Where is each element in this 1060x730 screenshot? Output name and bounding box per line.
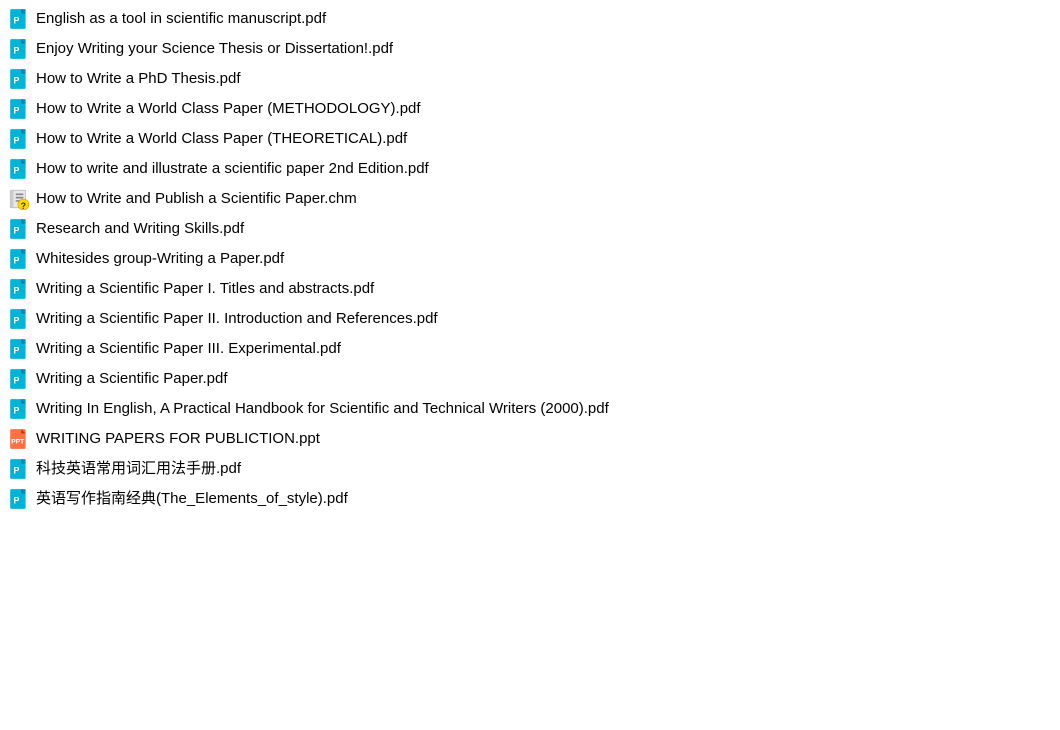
file-name: How to write and illustrate a scientific…: [36, 157, 429, 181]
file-name: Writing a Scientific Paper II. Introduct…: [36, 307, 438, 331]
pdf-icon: P: [8, 38, 30, 60]
svg-text:P: P: [14, 45, 20, 55]
svg-text:P: P: [14, 165, 20, 175]
list-item[interactable]: P Writing a Scientific Paper I. Titles a…: [0, 274, 1060, 304]
list-item[interactable]: P 科技英语常用词汇用法手册.pdf: [0, 454, 1060, 484]
svg-text:P: P: [14, 255, 20, 265]
pdf-icon: P: [8, 128, 30, 150]
list-item[interactable]: P 英语写作指南经典(The_Elements_of_style).pdf: [0, 484, 1060, 514]
pdf-icon: P: [8, 218, 30, 240]
file-name: 英语写作指南经典(The_Elements_of_style).pdf: [36, 487, 348, 511]
file-name: How to Write and Publish a Scientific Pa…: [36, 187, 357, 211]
pdf-icon: P: [8, 68, 30, 90]
file-list: P English as a tool in scientific manusc…: [0, 4, 1060, 514]
svg-text:P: P: [14, 75, 20, 85]
pdf-icon: P: [8, 278, 30, 300]
ppt-icon: PPT: [8, 428, 30, 450]
svg-text:P: P: [14, 495, 20, 505]
pdf-icon: P: [8, 338, 30, 360]
pdf-icon: P: [8, 398, 30, 420]
file-name: Writing a Scientific Paper III. Experime…: [36, 337, 341, 361]
svg-text:P: P: [14, 405, 20, 415]
list-item[interactable]: P Writing a Scientific Paper.pdf: [0, 364, 1060, 394]
file-name: English as a tool in scientific manuscri…: [36, 7, 326, 31]
file-name: How to Write a PhD Thesis.pdf: [36, 67, 241, 91]
list-item[interactable]: ? How to Write and Publish a Scientific …: [0, 184, 1060, 214]
file-name: 科技英语常用词汇用法手册.pdf: [36, 457, 241, 481]
svg-text:?: ?: [21, 201, 26, 210]
file-name: Whitesides group-Writing a Paper.pdf: [36, 247, 284, 271]
list-item[interactable]: P How to write and illustrate a scientif…: [0, 154, 1060, 184]
list-item[interactable]: P Writing a Scientific Paper II. Introdu…: [0, 304, 1060, 334]
pdf-icon: P: [8, 308, 30, 330]
file-name: Research and Writing Skills.pdf: [36, 217, 244, 241]
file-name: How to Write a World Class Paper (METHOD…: [36, 97, 421, 121]
svg-text:P: P: [14, 15, 20, 25]
svg-text:P: P: [14, 465, 20, 475]
file-name: How to Write a World Class Paper (THEORE…: [36, 127, 407, 151]
list-item[interactable]: P Writing In English, A Practical Handbo…: [0, 394, 1060, 424]
pdf-icon: P: [8, 458, 30, 480]
svg-text:P: P: [14, 285, 20, 295]
file-name: Writing a Scientific Paper I. Titles and…: [36, 277, 374, 301]
list-item[interactable]: P English as a tool in scientific manusc…: [0, 4, 1060, 34]
file-name: Writing a Scientific Paper.pdf: [36, 367, 227, 391]
list-item[interactable]: P How to Write a PhD Thesis.pdf: [0, 64, 1060, 94]
pdf-icon: P: [8, 488, 30, 510]
list-item[interactable]: P How to Write a World Class Paper (THEO…: [0, 124, 1060, 154]
svg-text:P: P: [14, 225, 20, 235]
pdf-icon: P: [8, 368, 30, 390]
file-name: Enjoy Writing your Science Thesis or Dis…: [36, 37, 393, 61]
file-name: WRITING PAPERS FOR PUBLICTION.ppt: [36, 427, 320, 451]
svg-text:P: P: [14, 105, 20, 115]
chm-icon: ?: [8, 188, 30, 210]
list-item[interactable]: P Writing a Scientific Paper III. Experi…: [0, 334, 1060, 364]
svg-text:PPT: PPT: [11, 438, 24, 445]
list-item[interactable]: P Enjoy Writing your Science Thesis or D…: [0, 34, 1060, 64]
list-item[interactable]: PPT WRITING PAPERS FOR PUBLICTION.ppt: [0, 424, 1060, 454]
svg-text:P: P: [14, 375, 20, 385]
pdf-icon: P: [8, 98, 30, 120]
file-name: Writing In English, A Practical Handbook…: [36, 397, 609, 421]
list-item[interactable]: P How to Write a World Class Paper (METH…: [0, 94, 1060, 124]
list-item[interactable]: P Research and Writing Skills.pdf: [0, 214, 1060, 244]
pdf-icon: P: [8, 248, 30, 270]
svg-text:P: P: [14, 135, 20, 145]
pdf-icon: P: [8, 158, 30, 180]
svg-text:P: P: [14, 345, 20, 355]
pdf-icon: P: [8, 8, 30, 30]
list-item[interactable]: P Whitesides group-Writing a Paper.pdf: [0, 244, 1060, 274]
svg-text:P: P: [14, 315, 20, 325]
